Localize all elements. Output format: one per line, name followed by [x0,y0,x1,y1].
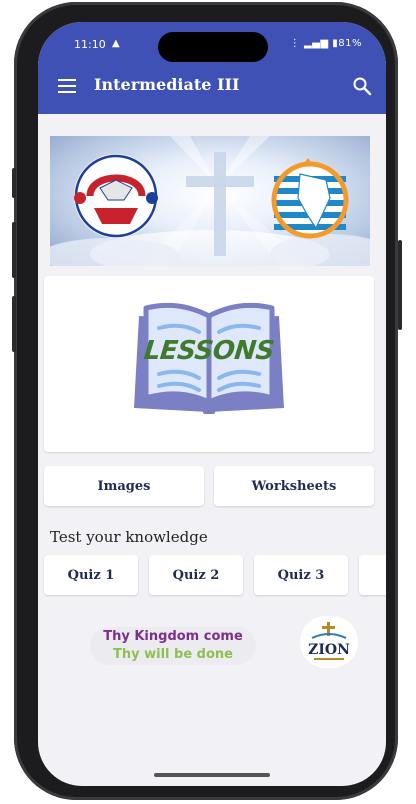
vibrate-icon: ⋮ [289,38,301,49]
home-indicator[interactable] [154,773,270,777]
lessons-card[interactable]: LESSONS [44,276,374,452]
page-title: Intermediate III [94,75,240,94]
quiz-section-heading: Test your knowledge [50,528,208,546]
screen: 11:10 ▲ ⋮ ▂▄▆ ▮81% Intermediate III LESS… [38,22,386,786]
india-map-logo [271,158,349,239]
search-icon[interactable] [352,76,372,96]
lessons-label: LESSONS [142,336,276,366]
worksheets-button[interactable]: Worksheets [214,466,374,506]
quiz-2-button[interactable]: Quiz 2 [149,555,243,595]
app-bar: 11:10 ▲ ⋮ ▂▄▆ ▮81% Intermediate III [38,22,386,114]
slogan-line-1: Thy Kingdom come [103,629,243,644]
power-button [398,240,402,330]
header-banner [50,136,370,266]
sunday-school-logo [74,154,158,238]
status-time: 11:10 [74,38,106,51]
quiz-1-button[interactable]: Quiz 1 [44,555,138,595]
images-button[interactable]: Images [44,466,204,506]
quiz-3-button[interactable]: Quiz 3 [254,555,348,595]
volume-up-button [12,222,16,278]
mute-switch [12,168,16,198]
quiz-4-button-partial[interactable] [359,555,386,595]
status-bar: 11:10 ▲ ⋮ ▂▄▆ ▮81% [38,38,386,56]
zion-logo-text: ZION [308,642,350,658]
zion-logo: ZION [300,616,358,668]
slogan-line-2: Thy will be done [113,647,233,662]
upload-icon: ▲ [112,38,120,49]
slogan-badge: Thy Kingdom come Thy will be done [90,627,256,665]
zion-emblem: ZION [308,622,350,660]
signal-icon: ▂▄▆ [303,38,329,49]
battery-level: 81% [338,38,362,49]
banner-art [50,136,370,266]
system-indicators: ⋮ ▂▄▆ ▮81% [290,38,362,49]
hamburger-menu-icon[interactable] [58,79,76,93]
volume-down-button [12,296,16,352]
